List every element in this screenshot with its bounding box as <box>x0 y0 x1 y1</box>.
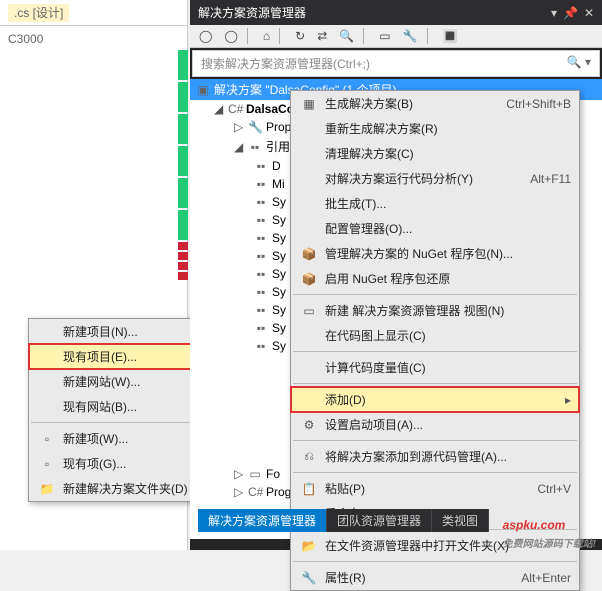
form-icon: ▭ <box>248 467 262 481</box>
panel-titlebar[interactable]: 解决方案资源管理器 ▾ 📌 ✕ <box>190 0 602 25</box>
code-markers <box>178 50 188 320</box>
home-icon[interactable]: ⌂ <box>260 29 273 43</box>
collapse-icon[interactable]: ▭ <box>376 29 393 43</box>
tab-team-explorer[interactable]: 团队资源管理器 <box>327 509 432 532</box>
pin-icon[interactable]: 📌 <box>563 6 578 20</box>
sync-icon[interactable]: ⇄ <box>314 29 330 43</box>
ref-icon: ▪▪ <box>248 140 262 154</box>
newview-icon: ▭ <box>299 304 319 318</box>
nuget-restore-icon: 📦 <box>299 272 319 286</box>
menu-code-metrics[interactable]: 计算代码度量值(C) <box>291 355 579 380</box>
menu-build[interactable]: ▦生成解决方案(B)Ctrl+Shift+B <box>291 91 579 116</box>
gear-icon: ⚙ <box>299 418 319 432</box>
tab-class-view[interactable]: 类视图 <box>432 509 489 532</box>
csharp-icon: C# <box>228 102 242 116</box>
bottom-tabs: 解决方案资源管理器 团队资源管理器 类视图 <box>198 509 489 532</box>
wrench-icon: 🔧 <box>248 120 262 134</box>
cs-file-icon: C# <box>248 485 262 499</box>
tab-bar[interactable]: .cs [设计] <box>0 0 187 26</box>
toolbar: ◯ ◯ ⌂ ↻ ⇄ 🔍 ▭ 🔧 🔳 <box>190 25 602 48</box>
menu-source-control[interactable]: ⎌将解决方案添加到源代码管理(A)... <box>291 444 579 469</box>
menu-add[interactable]: 添加(D)▸ <box>291 387 579 412</box>
wrench-icon[interactable]: 🔧 <box>400 29 421 43</box>
props-icon: 🔧 <box>299 571 319 585</box>
menu-paste[interactable]: 📋粘贴(P)Ctrl+V <box>291 476 579 501</box>
back-icon[interactable]: ◯ <box>196 29 215 43</box>
scc-icon: ⎌ <box>299 449 319 464</box>
search-icon[interactable]: 🔍 <box>567 55 582 69</box>
paste-icon: 📋 <box>299 482 319 496</box>
menu-new-view[interactable]: ▭新建 解决方案资源管理器 视图(N) <box>291 298 579 323</box>
watermark: aspku.com 免费网站源码下载站! <box>503 509 596 550</box>
panel-title: 解决方案资源管理器 <box>198 4 306 21</box>
tab-solution-explorer[interactable]: 解决方案资源管理器 <box>198 509 327 532</box>
close-icon[interactable]: ✕ <box>584 6 594 20</box>
nuget-icon: 📦 <box>299 247 319 261</box>
menu-nuget[interactable]: 📦管理解决方案的 NuGet 程序包(N)... <box>291 241 579 266</box>
search-placeholder: 搜索解决方案资源管理器(Ctrl+;) <box>201 55 370 72</box>
fwd-icon[interactable]: ◯ <box>221 29 240 43</box>
menu-codemap[interactable]: 在代码图上显示(C) <box>291 323 579 348</box>
solution-icon: ▣ <box>196 83 210 97</box>
menu-nuget-restore[interactable]: 📦启用 NuGet 程序包还原 <box>291 266 579 291</box>
menu-config-mgr[interactable]: 配置管理器(O)... <box>291 216 579 241</box>
props-icon[interactable]: 🔳 <box>440 29 461 43</box>
menu-properties[interactable]: 🔧属性(R)Alt+Enter <box>291 565 579 590</box>
menu-batch[interactable]: 批生成(T)... <box>291 191 579 216</box>
menu-analyze[interactable]: 对解决方案运行代码分析(Y)Alt+F11 <box>291 166 579 191</box>
menu-rebuild[interactable]: 重新生成解决方案(R) <box>291 116 579 141</box>
left-text: C3000 <box>0 28 51 50</box>
folder-open-icon: 📂 <box>299 539 319 553</box>
exist-item-icon: ▫ <box>37 457 57 471</box>
menu-startup[interactable]: ⚙设置启动项目(A)... <box>291 412 579 437</box>
menu-clean[interactable]: 清理解决方案(C) <box>291 141 579 166</box>
search-box[interactable]: 搜索解决方案资源管理器(Ctrl+;) 🔍 ▾ <box>192 50 600 77</box>
new-item-icon: ▫ <box>37 432 57 446</box>
tab-label: .cs [设计] <box>8 4 69 22</box>
refresh-icon[interactable]: ↻ <box>292 29 308 43</box>
folder-icon: 📁 <box>37 482 57 496</box>
dropdown-icon[interactable]: ▾ <box>551 6 557 20</box>
build-icon: ▦ <box>299 97 319 111</box>
filter-icon[interactable]: 🔍 <box>336 29 357 43</box>
